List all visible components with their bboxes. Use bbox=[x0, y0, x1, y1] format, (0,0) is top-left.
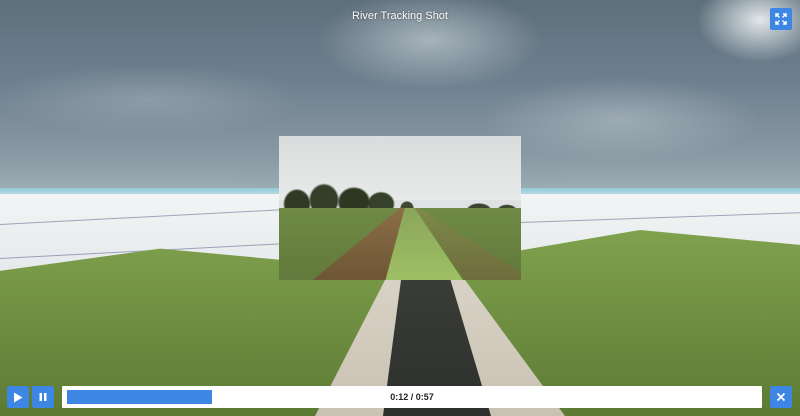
pause-icon bbox=[39, 393, 47, 401]
play-icon bbox=[14, 392, 23, 402]
fullscreen-button[interactable] bbox=[770, 8, 792, 30]
close-button[interactable] bbox=[770, 386, 792, 408]
expand-icon bbox=[775, 13, 787, 25]
video-preview[interactable] bbox=[279, 136, 521, 280]
pause-button[interactable] bbox=[32, 386, 54, 408]
time-display: 0:12 / 0:57 bbox=[390, 392, 434, 402]
video-title: River Tracking Shot bbox=[352, 10, 448, 22]
progress-bar[interactable]: 0:12 / 0:57 bbox=[62, 386, 762, 408]
close-icon bbox=[776, 392, 786, 402]
play-button[interactable] bbox=[7, 386, 29, 408]
video-trees bbox=[279, 170, 521, 212]
